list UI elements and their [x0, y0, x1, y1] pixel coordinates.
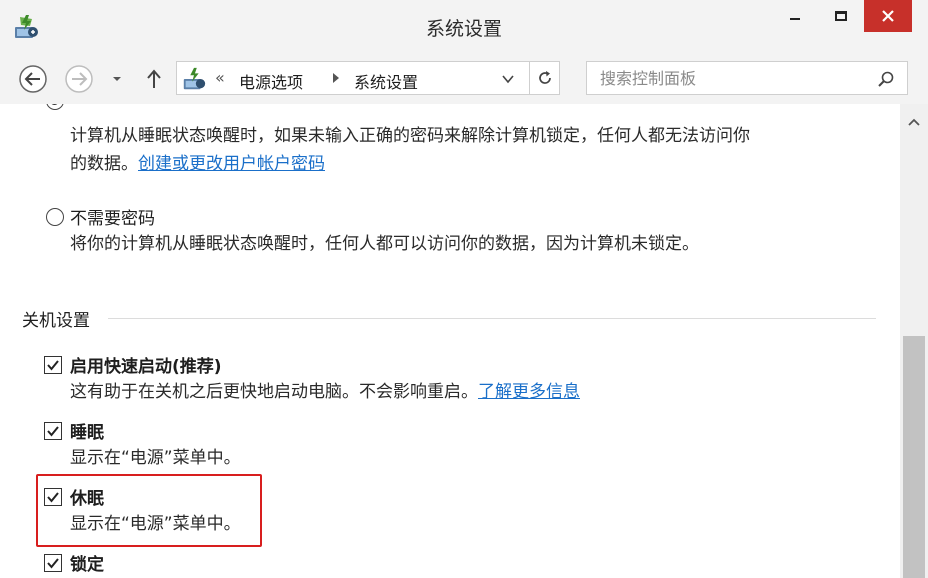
search-input[interactable]	[588, 63, 868, 93]
scrollbar-thumb[interactable]	[903, 336, 925, 578]
navigation-bar: « 电源选项 系统设置	[0, 54, 928, 104]
require-password-description: 计算机从睡眠状态唤醒时，如果未输入正确的密码来解除计算机锁定，任何人都无法访问你	[70, 126, 750, 146]
sleep-label: 睡眠	[70, 423, 104, 443]
back-button[interactable]	[18, 64, 48, 94]
shutdown-settings-heading: 关机设置	[22, 311, 90, 331]
breadcrumb-system-settings[interactable]: 系统设置	[354, 69, 418, 93]
chevron-up-icon	[908, 118, 920, 126]
refresh-icon	[538, 71, 551, 84]
search-icon[interactable]	[877, 70, 895, 88]
checkmark-icon	[47, 426, 59, 437]
sleep-description: 显示在“电源”菜单中。	[70, 448, 241, 468]
no-password-description: 将你的计算机从睡眠状态唤醒时，任何人都可以访问你的数据，因为计算机未锁定。	[70, 234, 699, 254]
scroll-up-button[interactable]	[900, 112, 928, 132]
no-password-radio[interactable]	[46, 208, 64, 226]
fast-startup-label: 启用快速启动(推荐)	[70, 357, 222, 377]
create-password-link[interactable]: 创建或更改用户帐户密码	[138, 154, 325, 174]
minimize-button[interactable]	[772, 0, 818, 32]
lock-label: 锁定	[70, 555, 104, 575]
fast-startup-checkbox[interactable]	[44, 356, 62, 374]
power-options-icon	[183, 67, 206, 90]
title-bar: 系统设置	[0, 0, 928, 54]
breadcrumb-chevron-right-icon[interactable]	[331, 72, 341, 84]
up-arrow-icon[interactable]	[143, 68, 165, 90]
maximize-button[interactable]	[818, 0, 864, 32]
section-divider	[108, 318, 876, 319]
breadcrumb-power-options[interactable]: 电源选项	[239, 69, 303, 93]
learn-more-link[interactable]: 了解更多信息	[478, 382, 580, 402]
vertical-scrollbar[interactable]	[900, 104, 928, 578]
settings-content: 计算机从睡眠状态唤醒时，如果未输入正确的密码来解除计算机锁定，任何人都无法访问你…	[0, 104, 900, 578]
sleep-checkbox[interactable]	[44, 422, 62, 440]
require-password-radio[interactable]	[46, 104, 64, 110]
forward-button[interactable]	[64, 64, 94, 94]
close-icon	[882, 10, 894, 22]
search-box[interactable]	[586, 61, 908, 95]
checkmark-icon	[47, 558, 59, 569]
address-bar[interactable]: « 电源选项 系统设置	[176, 61, 530, 95]
maximize-icon	[835, 11, 847, 21]
close-button[interactable]	[864, 0, 912, 32]
lock-checkbox[interactable]	[44, 554, 62, 572]
require-password-description-line2: 的数据。创建或更改用户帐户密码	[70, 154, 325, 174]
fast-startup-description: 这有助于在关机之后更快地启动电脑。不会影响重启。了解更多信息	[70, 382, 580, 402]
address-history-chevron-down-icon[interactable]	[501, 72, 515, 86]
minimize-icon	[790, 18, 800, 20]
breadcrumb-overflow[interactable]: «	[215, 68, 225, 87]
no-password-label: 不需要密码	[70, 209, 155, 229]
checkmark-icon	[47, 360, 59, 371]
refresh-button[interactable]	[530, 61, 560, 95]
recent-locations-chevron-down-icon[interactable]	[110, 72, 124, 86]
highlight-box	[36, 474, 262, 547]
